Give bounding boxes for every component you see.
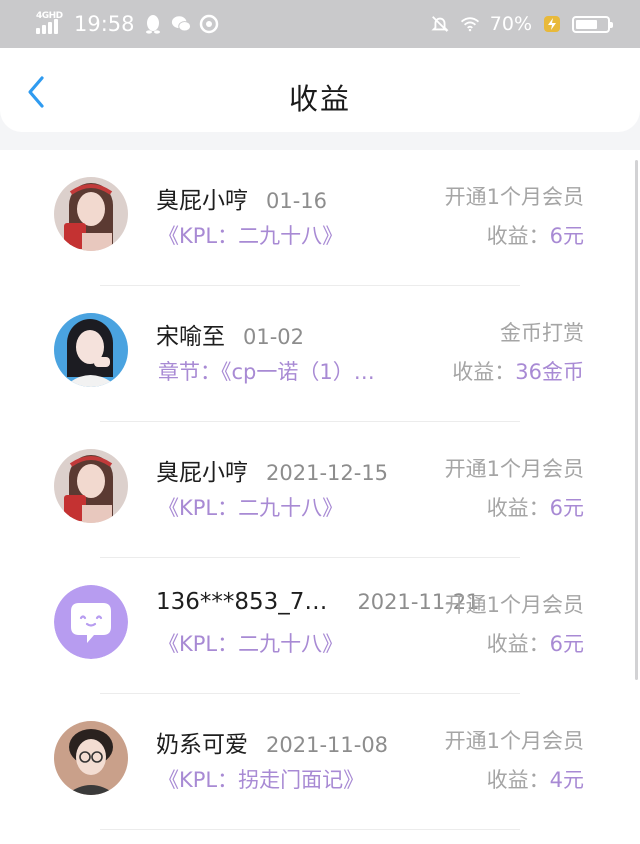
signal-icon: 4GHD xyxy=(34,11,63,36)
earning: 收益：4元 xyxy=(487,764,584,794)
date: 01-02 xyxy=(243,325,305,349)
source-title: 《KPL：拐走门面记》 xyxy=(158,768,365,792)
default-avatar-icon xyxy=(54,585,128,659)
qq-icon xyxy=(143,14,163,34)
wifi-icon xyxy=(460,14,480,34)
date: 2021-11-08 xyxy=(266,733,389,757)
earning-row[interactable]: 宋喻至 01-02 金币打赏 章节：《cp一诺（1）… 收益：36金币 xyxy=(0,286,640,422)
avatar xyxy=(54,313,128,387)
earning: 收益：6元 xyxy=(487,628,584,658)
battery-icon xyxy=(572,15,613,33)
source-title: 《KPL：二九十八》 xyxy=(158,632,344,656)
source-title: 《KPL：二九十八》 xyxy=(158,496,344,520)
battery-percent: 70% xyxy=(489,13,532,35)
earning-label: 收益： xyxy=(486,224,550,248)
earning: 收益：36金币 xyxy=(452,356,584,386)
earning-value: 6元 xyxy=(549,224,584,248)
status-time: 19:58 xyxy=(74,12,135,36)
earning-value: 4元 xyxy=(549,768,584,792)
avatar xyxy=(54,721,128,795)
user-name: 臭屁小哼 xyxy=(156,460,248,486)
transaction-type: 开通1个月会员 xyxy=(444,593,584,617)
transaction-type: 金币打赏 xyxy=(500,321,584,345)
date: 01-16 xyxy=(266,189,328,213)
earnings-list: 臭屁小哼 01-16 开通1个月会员 《KPL：二九十八》 收益：6元 宋喻至 … xyxy=(0,150,640,844)
status-bar: 4GHD 19:58 70% xyxy=(0,0,640,48)
source-title: 章节：《cp一诺（1）… xyxy=(158,360,375,384)
user-name: 臭屁小哼 xyxy=(156,188,248,214)
earning-label: 收益： xyxy=(486,632,550,656)
earning: 收益：6元 xyxy=(487,492,584,522)
avatar xyxy=(54,177,128,251)
charging-icon xyxy=(542,14,562,34)
sync-icon xyxy=(199,14,219,34)
transaction-type: 开通1个月会员 xyxy=(444,457,584,481)
earning-value: 6元 xyxy=(549,632,584,656)
earning-row[interactable]: 奶系可爱 2021-11-08 开通1个月会员 《KPL：拐走门面记》 收益：4… xyxy=(0,694,640,830)
network-type: 4GHD xyxy=(36,11,63,21)
transaction-type: 开通1个月会员 xyxy=(444,729,584,753)
mute-icon xyxy=(430,14,450,34)
user-name: 136***853_7… xyxy=(156,589,328,615)
scrollbar[interactable] xyxy=(635,160,638,680)
wechat-icon xyxy=(171,14,191,34)
date: 2021-12-15 xyxy=(266,461,389,485)
avatar xyxy=(54,449,128,523)
earning-label: 收益： xyxy=(452,360,516,384)
user-name: 宋喻至 xyxy=(156,324,225,350)
transaction-type: 开通1个月会员 xyxy=(444,185,584,209)
earning-label: 收益： xyxy=(486,768,550,792)
earning: 收益：6元 xyxy=(487,220,584,250)
earning-label: 收益： xyxy=(486,496,550,520)
earning-row[interactable]: 臭屁小哼 01-16 开通1个月会员 《KPL：二九十八》 收益：6元 xyxy=(0,150,640,286)
page-title: 收益 xyxy=(288,82,351,116)
earning-value: 6元 xyxy=(549,496,584,520)
user-name: 奶系可爱 xyxy=(156,732,248,758)
earning-row[interactable]: 臭屁小哼 2021-12-15 开通1个月会员 《KPL：二九十八》 收益：6元 xyxy=(0,422,640,558)
earning-value: 36金币 xyxy=(515,360,584,384)
divider xyxy=(100,829,520,830)
source-title: 《KPL：二九十八》 xyxy=(158,224,344,248)
earning-row[interactable]: 136***853_7… 2021-11-21 开通1个月会员 《KPL：二九十… xyxy=(0,558,640,694)
navigation-header: 收益 xyxy=(0,48,640,132)
